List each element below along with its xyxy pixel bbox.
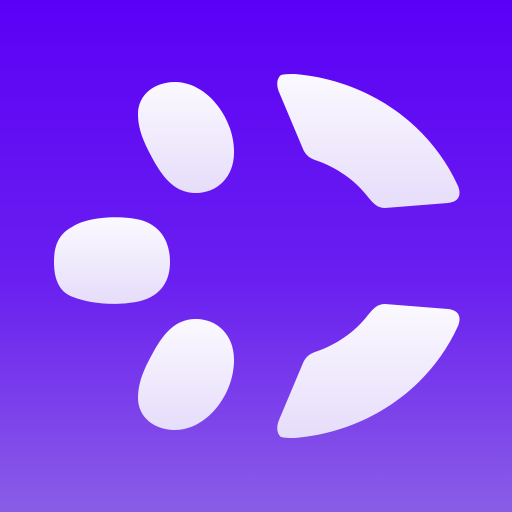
- app-logo-icon: [0, 0, 512, 512]
- app-icon: [0, 0, 512, 512]
- middle-dot-shape: [54, 217, 170, 304]
